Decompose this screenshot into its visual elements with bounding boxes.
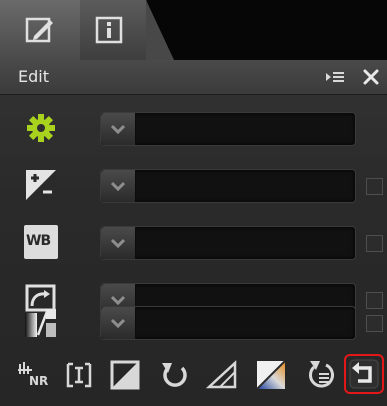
chevron-down-icon	[111, 124, 125, 135]
white-balance-icon[interactable]: WB	[24, 225, 58, 259]
tool-row-white-balance: WB	[0, 219, 387, 265]
edit-palette: Edit WB NR	[0, 60, 387, 406]
rotate-icon[interactable]	[158, 358, 192, 392]
panel-header: Edit	[0, 60, 387, 95]
tab-bar	[0, 0, 387, 60]
settings-dropdown-button[interactable]	[101, 113, 136, 145]
tool-row-levels-curves	[0, 299, 387, 345]
chevron-down-icon	[111, 318, 125, 329]
close-icon[interactable]	[360, 66, 382, 88]
reset-icon	[349, 359, 379, 389]
noise-reduction-label: NR	[29, 374, 49, 388]
noise-reduction-icon[interactable]: NR	[16, 358, 50, 392]
white-balance-checkbox[interactable]	[366, 235, 383, 252]
exposure-selector[interactable]	[100, 169, 356, 203]
list-menu-icon[interactable]	[324, 66, 346, 88]
exposure-compensation-icon[interactable]	[24, 168, 58, 202]
perspective-icon[interactable]	[206, 358, 240, 392]
exposure-dropdown-button[interactable]	[101, 170, 136, 202]
settings-selector[interactable]	[100, 112, 356, 146]
reset-button[interactable]	[344, 354, 384, 394]
step-history-icon[interactable]	[306, 358, 340, 392]
white-balance-selector[interactable]	[100, 226, 356, 260]
levels-curves-checkbox[interactable]	[366, 315, 383, 332]
levels-curves-dropdown-button[interactable]	[101, 307, 136, 339]
levels-curves-selector[interactable]	[100, 306, 356, 340]
crop-icon[interactable]	[108, 358, 142, 392]
tab-info[interactable]	[80, 0, 174, 60]
tab-edit[interactable]	[0, 0, 108, 60]
tool-row-exposure	[0, 162, 387, 208]
exposure-checkbox[interactable]	[366, 178, 383, 195]
straighten-icon[interactable]	[62, 358, 96, 392]
white-balance-dropdown-button[interactable]	[101, 227, 136, 259]
levels-curves-icon[interactable]	[24, 305, 58, 339]
bottom-toolbar: NR	[0, 350, 387, 406]
color-curve-icon[interactable]	[254, 358, 288, 392]
white-balance-label: WB	[26, 233, 51, 249]
chevron-down-icon	[111, 238, 125, 249]
gear-icon[interactable]	[24, 111, 58, 145]
pencil-icon	[25, 17, 53, 43]
chevron-down-icon	[111, 181, 125, 192]
info-icon	[95, 16, 123, 44]
panel-title: Edit	[18, 67, 49, 86]
tool-row-settings	[0, 105, 387, 151]
